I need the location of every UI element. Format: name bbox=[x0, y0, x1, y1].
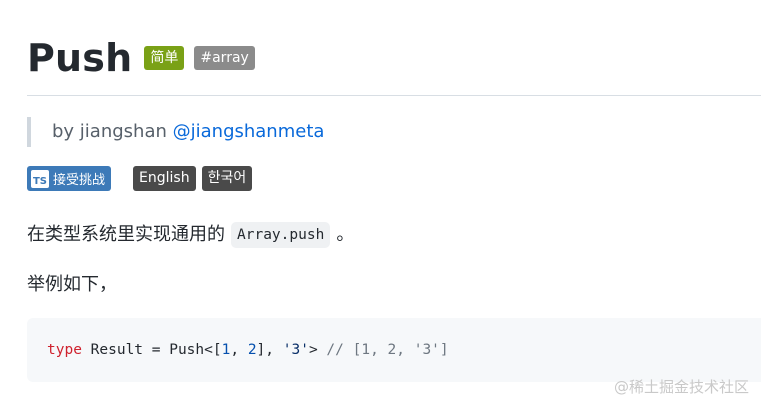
description-paragraph: 在类型系统里实现通用的 Array.push。 bbox=[27, 220, 354, 250]
tag-badge[interactable]: #array bbox=[194, 46, 255, 70]
description-end: 。 bbox=[336, 224, 355, 245]
example-intro: 举例如下， bbox=[27, 274, 117, 295]
author-prefix: by jiangshan bbox=[52, 121, 167, 142]
author-link[interactable]: @jiangshanmeta bbox=[173, 121, 325, 142]
page-title: Push bbox=[27, 36, 133, 80]
language-english-button[interactable]: English bbox=[133, 166, 196, 191]
inline-code: Array.push bbox=[231, 222, 331, 248]
code-line: type Result = Push<[1, 2], '3'> // [1, 2… bbox=[47, 340, 449, 360]
challenge-label: 接受挑战 bbox=[53, 173, 106, 188]
code-keyword: type bbox=[47, 342, 82, 358]
accept-challenge-button[interactable]: TS 接受挑战 bbox=[27, 166, 112, 191]
difficulty-badge[interactable]: 简单 bbox=[144, 46, 185, 70]
code-block: type Result = Push<[1, 2], '3'> // [1, 2… bbox=[27, 318, 761, 382]
code-text: > bbox=[308, 342, 327, 358]
language-korean-button[interactable]: 한국어 bbox=[201, 166, 253, 191]
description-text: 在类型系统里实现通用的 bbox=[27, 224, 225, 245]
code-text: ], bbox=[256, 342, 283, 358]
badges-row: TS 接受挑战 English 한국어 bbox=[27, 166, 253, 191]
code-string: '3' bbox=[282, 342, 309, 358]
divider bbox=[27, 95, 761, 96]
title-row: Push 简单 #array bbox=[27, 32, 255, 84]
author-quote: by jiangshan @jiangshanmeta bbox=[27, 117, 324, 147]
code-text: , bbox=[230, 342, 248, 358]
watermark: @稀土掘金技术社区 bbox=[613, 378, 749, 396]
typescript-icon: TS bbox=[31, 169, 49, 188]
code-text: Result = Push<[ bbox=[81, 342, 222, 358]
code-number: 2 bbox=[247, 342, 257, 358]
code-comment: // [1, 2, '3'] bbox=[326, 342, 449, 358]
